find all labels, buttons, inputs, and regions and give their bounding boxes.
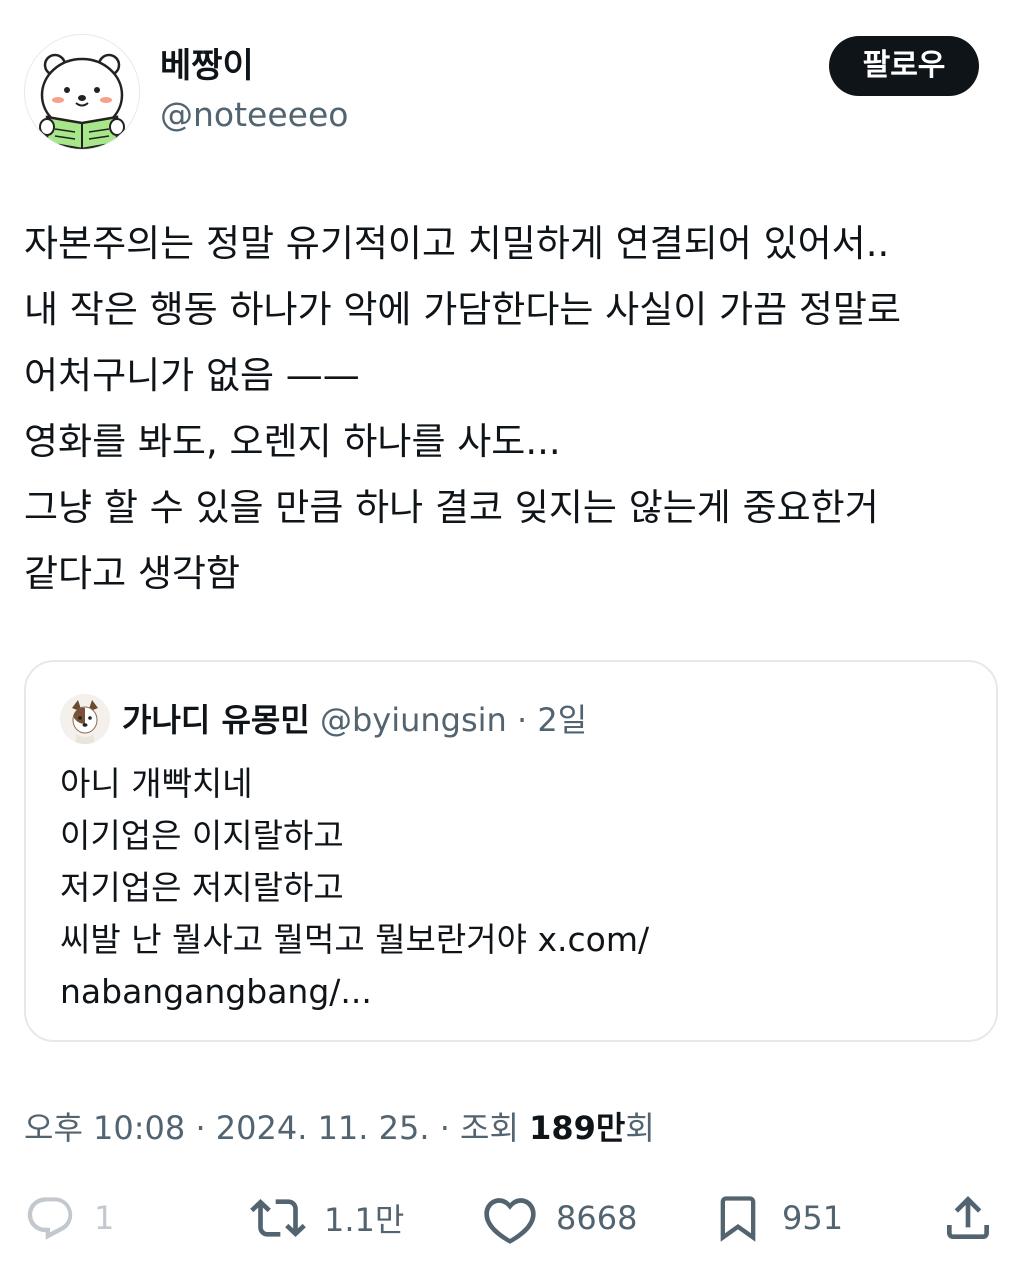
- reply-count: 1: [94, 1199, 115, 1237]
- quoted-separator: ·: [516, 701, 528, 739]
- views-suffix: 회: [625, 1109, 655, 1147]
- tweet-text-line: 어처구니가 없음 ——: [24, 354, 360, 397]
- reply-button[interactable]: 1: [24, 1186, 114, 1250]
- tweet-text-line: 영화를 봐도, 오렌지 하나를 사도...: [24, 420, 561, 463]
- follow-button[interactable]: 팔로우: [829, 36, 979, 96]
- quoted-author-handle[interactable]: @byiungsin: [320, 701, 507, 739]
- reply-icon: [24, 1192, 76, 1244]
- quoted-tweet-header: 가나디 유몽민 @byiungsin · 2일: [122, 696, 587, 744]
- tweet-timestamp[interactable]: 오후 10:08 · 2024. 11. 25. · 조회: [24, 1109, 529, 1147]
- quoted-tweet-card[interactable]: 가나디 유몽민 @byiungsin · 2일 아니 개빡치네 이기업은 이지랄…: [24, 660, 998, 1042]
- quoted-author-avatar[interactable]: [60, 694, 110, 744]
- heart-icon: [482, 1190, 538, 1246]
- author-avatar[interactable]: [24, 34, 140, 150]
- quoted-tweet-line: 이기업은 이지랄하고: [60, 816, 344, 855]
- tweet-text-line: 자본주의는 정말 유기적이고 치밀하게 연결되어 있어서..: [24, 222, 890, 265]
- views-count: 189만: [529, 1109, 626, 1147]
- share-button[interactable]: [940, 1186, 996, 1250]
- tweet-meta: 오후 10:08 · 2024. 11. 25. · 조회 189만회: [24, 1104, 655, 1152]
- quoted-tweet-line: 아니 개빡치네: [60, 764, 253, 803]
- dog-avatar-image: [60, 694, 110, 744]
- quoted-tweet-link[interactable]: nabangangbang/...: [60, 966, 649, 1018]
- tweet-action-bar: 1 1.1만 8668 951: [0, 1186, 1024, 1250]
- retweet-icon: [250, 1190, 306, 1246]
- bookmark-button[interactable]: 951: [712, 1186, 843, 1250]
- like-button[interactable]: 8668: [482, 1186, 637, 1250]
- bookmark-count: 951: [782, 1199, 844, 1237]
- bookmark-icon: [712, 1188, 764, 1248]
- quoted-author-display-name[interactable]: 가나디 유몽민: [122, 701, 310, 739]
- quoted-tweet-line: 저기업은 저지랄하고: [60, 868, 344, 907]
- tweet-text-line: 그냥 할 수 있을 만큼 하나 결코 잊지는 않는게 중요한거: [24, 486, 879, 529]
- tweet-text-line: 같다고 생각함: [24, 552, 241, 595]
- share-icon: [940, 1190, 996, 1246]
- author-handle[interactable]: @noteeeeo: [160, 92, 348, 138]
- quoted-tweet-text: 아니 개빡치네 이기업은 이지랄하고 저기업은 저지랄하고 씨발 난 뭘사고 뭘…: [60, 758, 649, 1018]
- like-count: 8668: [556, 1199, 638, 1237]
- quoted-tweet-time[interactable]: 2일: [537, 701, 587, 739]
- tweet-text: 자본주의는 정말 유기적이고 치밀하게 연결되어 있어서.. 내 작은 행동 하…: [24, 211, 1014, 607]
- author-display-name[interactable]: 베짱이: [160, 42, 254, 90]
- tweet-text-line: 내 작은 행동 하나가 악에 가담한다는 사실이 가끔 정말로: [24, 288, 902, 331]
- retweet-button[interactable]: 1.1만: [250, 1186, 404, 1250]
- bear-reading-avatar-image: [25, 35, 139, 149]
- retweet-count: 1.1만: [324, 1201, 405, 1239]
- quoted-tweet-line: 씨발 난 뭘사고 뭘먹고 뭘보란거야 x.com/: [60, 920, 650, 959]
